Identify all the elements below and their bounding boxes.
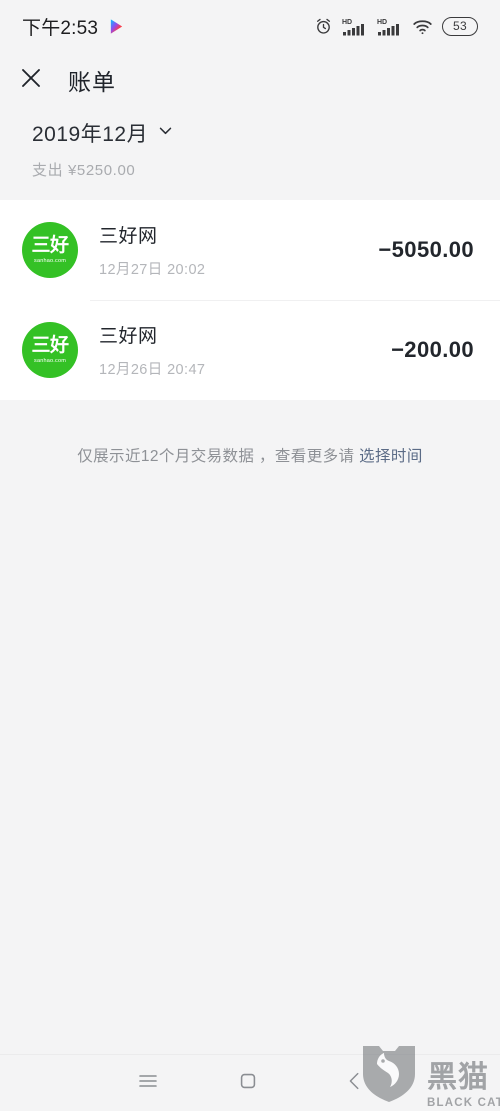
chevron-down-icon <box>157 121 174 145</box>
watermark-text: 黑猫 BLACK CAT <box>426 1059 500 1110</box>
select-time-link[interactable]: 选择时间 <box>359 448 423 465</box>
watermark-en: BLACK CAT <box>426 1096 500 1109</box>
watermark: 黑猫 BLACK CAT <box>357 1040 500 1109</box>
nav-home-button[interactable] <box>218 1055 278 1111</box>
status-bar: 下午2:53 HD HD 53 <box>0 0 500 52</box>
page-title: 账单 <box>68 69 116 95</box>
close-button[interactable] <box>16 65 46 95</box>
title-bar: 账单 <box>0 52 500 108</box>
transaction-info: 三好网 12月27日 20:02 <box>78 221 378 279</box>
transaction-date: 12月26日 20:47 <box>99 362 206 378</box>
avatar-label: 三好 <box>31 334 69 356</box>
bill-screen: 下午2:53 HD HD 53 账单 2019年12月 支出 ¥5250.00 … <box>0 0 500 1111</box>
avatar-sublabel: sanhao.com <box>34 358 66 364</box>
avatar: 三好 sanhao.com <box>22 322 78 378</box>
menu-icon <box>136 1069 160 1098</box>
avatar: 三好 sanhao.com <box>22 222 78 278</box>
signal-bars-icon: HD <box>342 17 368 36</box>
home-square-icon <box>237 1070 259 1097</box>
watermark-cn: 黑猫 <box>426 1059 489 1095</box>
close-icon <box>19 66 43 95</box>
nav-recent-button[interactable] <box>118 1055 178 1111</box>
transaction-row[interactable]: 三好 sanhao.com 三好网 12月26日 20:47 −200.00 <box>0 300 500 400</box>
battery-indicator: 53 <box>442 16 478 36</box>
status-bar-right: HD HD 53 <box>314 16 478 36</box>
month-summary: 2019年12月 支出 ¥5250.00 <box>0 118 500 180</box>
transaction-list: 三好 sanhao.com 三好网 12月27日 20:02 −5050.00 … <box>0 200 500 400</box>
signal-bars-icon: HD <box>377 17 403 36</box>
merchant-name: 三好网 <box>99 326 158 347</box>
avatar-sublabel: sanhao.com <box>34 258 66 264</box>
transaction-row[interactable]: 三好 sanhao.com 三好网 12月27日 20:02 −5050.00 <box>0 200 500 300</box>
avatar-label: 三好 <box>31 234 69 256</box>
google-play-icon <box>108 18 125 35</box>
footer-note: 仅展示近12个月交易数据 ，查看更多请 选择时间 <box>0 444 500 466</box>
svg-text:HD: HD <box>377 19 387 26</box>
transaction-date: 12月27日 20:02 <box>99 262 206 278</box>
black-cat-shield-icon <box>357 1040 421 1109</box>
svg-text:HD: HD <box>342 19 352 26</box>
expense-total: 支出 ¥5250.00 <box>32 162 136 179</box>
alarm-clock-icon <box>314 17 333 36</box>
merchant-name: 三好网 <box>99 226 158 247</box>
status-time: 下午2:53 <box>22 17 99 39</box>
status-bar-left: 下午2:53 <box>22 13 125 40</box>
month-label: 2019年12月 <box>32 123 149 146</box>
transaction-info: 三好网 12月26日 20:47 <box>78 321 391 379</box>
wifi-icon <box>412 17 433 36</box>
transaction-amount: −5050.00 <box>378 237 474 262</box>
transaction-amount: −200.00 <box>391 337 474 362</box>
month-selector[interactable]: 2019年12月 <box>32 118 500 148</box>
footer-note-text: 仅展示近12个月交易数据 ，查看更多请 <box>77 448 355 465</box>
